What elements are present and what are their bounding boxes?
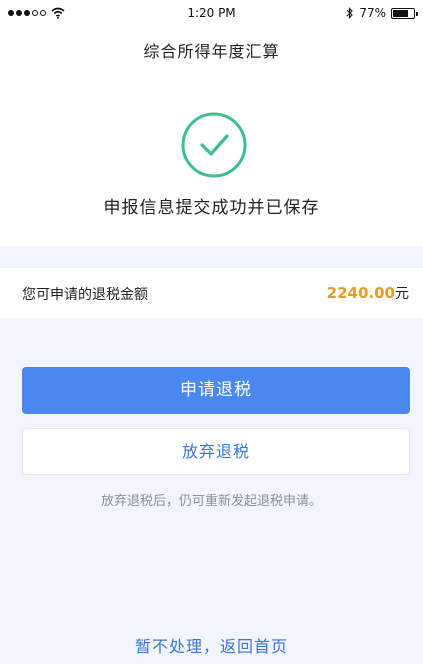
battery-fill	[393, 9, 409, 17]
bluetooth-icon	[346, 7, 354, 19]
abandon-refund-button[interactable]: 放弃退税	[22, 428, 410, 475]
abandon-hint: 放弃退税后，仍可重新发起退税申请。	[100, 494, 322, 509]
refund-amount-unit: 元	[395, 286, 409, 302]
battery-percent: 77%	[359, 6, 386, 20]
refund-amount-number: 2240.00	[326, 284, 395, 302]
refund-result-screen: 1:20 PM 77% 综合所得年度汇算 申报信息提交成功并已保存 您可申请的退…	[0, 0, 423, 664]
refund-amount-row: 您可申请的退税金额 2240.00元	[0, 268, 423, 318]
battery-icon	[391, 7, 418, 19]
status-bar: 1:20 PM 77%	[0, 0, 423, 28]
return-home-link[interactable]: 暂不处理，返回首页	[0, 633, 423, 657]
check-circle-icon	[181, 112, 247, 178]
page-title: 综合所得年度汇算	[143, 42, 280, 61]
refund-amount-label: 您可申请的退税金额	[22, 287, 148, 303]
section-divider	[0, 246, 423, 268]
success-message: 申报信息提交成功并已保存	[103, 198, 320, 218]
refund-amount-value: 2240.00元	[327, 283, 409, 303]
apply-refund-button[interactable]: 申请退税	[22, 367, 410, 414]
success-panel: 综合所得年度汇算 申报信息提交成功并已保存	[0, 28, 423, 246]
status-right: 77%	[346, 6, 418, 20]
